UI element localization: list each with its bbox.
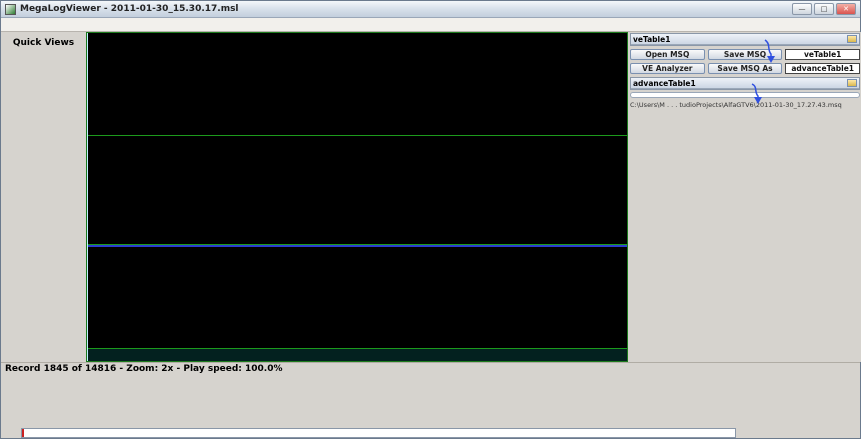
graph-area[interactable] <box>86 32 628 362</box>
gauge-panel <box>1 374 860 425</box>
graph2-plot[interactable] <box>87 136 627 245</box>
open-msq-button[interactable]: Open MSQ <box>630 49 705 60</box>
advance-table-title: advanceTable1 <box>633 79 846 88</box>
quick-views-title: Quick Views <box>4 38 83 48</box>
playback-progress-bar[interactable] <box>21 428 736 438</box>
save-msq-as-button[interactable]: Save MSQ As <box>708 63 783 74</box>
minimize-button[interactable]: — <box>792 3 812 15</box>
table-palette-icon[interactable] <box>847 35 857 43</box>
graph3-top-line <box>87 245 627 247</box>
menu-bar <box>1 18 860 32</box>
table-palette-icon[interactable] <box>847 79 857 87</box>
ve-table-title: veTable1 <box>633 35 846 44</box>
tuning-panel: veTable1 Open MSQ Save MSQ veTable1 VE A… <box>628 32 861 362</box>
table-horizontal-scrollbar[interactable] <box>630 92 860 98</box>
window-title: MegaLogViewer - 2011-01-30_15.30.17.msl <box>20 4 239 14</box>
close-button[interactable]: ✕ <box>836 3 856 15</box>
record-status-text: Record 1845 of 14816 - Zoom: 2x - Play s… <box>1 364 856 374</box>
msq-file-path: C:\Users\M . . . tudioProjects\AlfaGTV6\… <box>630 101 860 109</box>
app-window: MegaLogViewer - 2011-01-30_15.30.17.msl … <box>0 0 861 439</box>
graph3-plot[interactable] <box>87 245 627 347</box>
save-msq-button[interactable]: Save MSQ <box>708 49 783 60</box>
app-icon <box>5 4 16 15</box>
quick-views-sidebar: Quick Views <box>1 32 86 362</box>
playback-row <box>1 425 860 439</box>
title-bar: MegaLogViewer - 2011-01-30_15.30.17.msl … <box>1 1 860 18</box>
graph1-plot[interactable] <box>87 33 627 136</box>
tab-ve-table[interactable]: veTable1 <box>785 49 860 60</box>
playback-cursor-line[interactable] <box>87 33 88 361</box>
advance-table-panel: advanceTable1 <box>630 77 860 90</box>
maximize-button[interactable]: □ <box>814 3 834 15</box>
tab-advance-table[interactable]: advanceTable1 <box>785 63 860 74</box>
time-axis <box>87 348 627 361</box>
ve-analyzer-button[interactable]: VE Analyzer <box>630 63 705 74</box>
ve-table-panel: veTable1 <box>630 33 860 46</box>
status-row: Record 1845 of 14816 - Zoom: 2x - Play s… <box>1 362 860 374</box>
